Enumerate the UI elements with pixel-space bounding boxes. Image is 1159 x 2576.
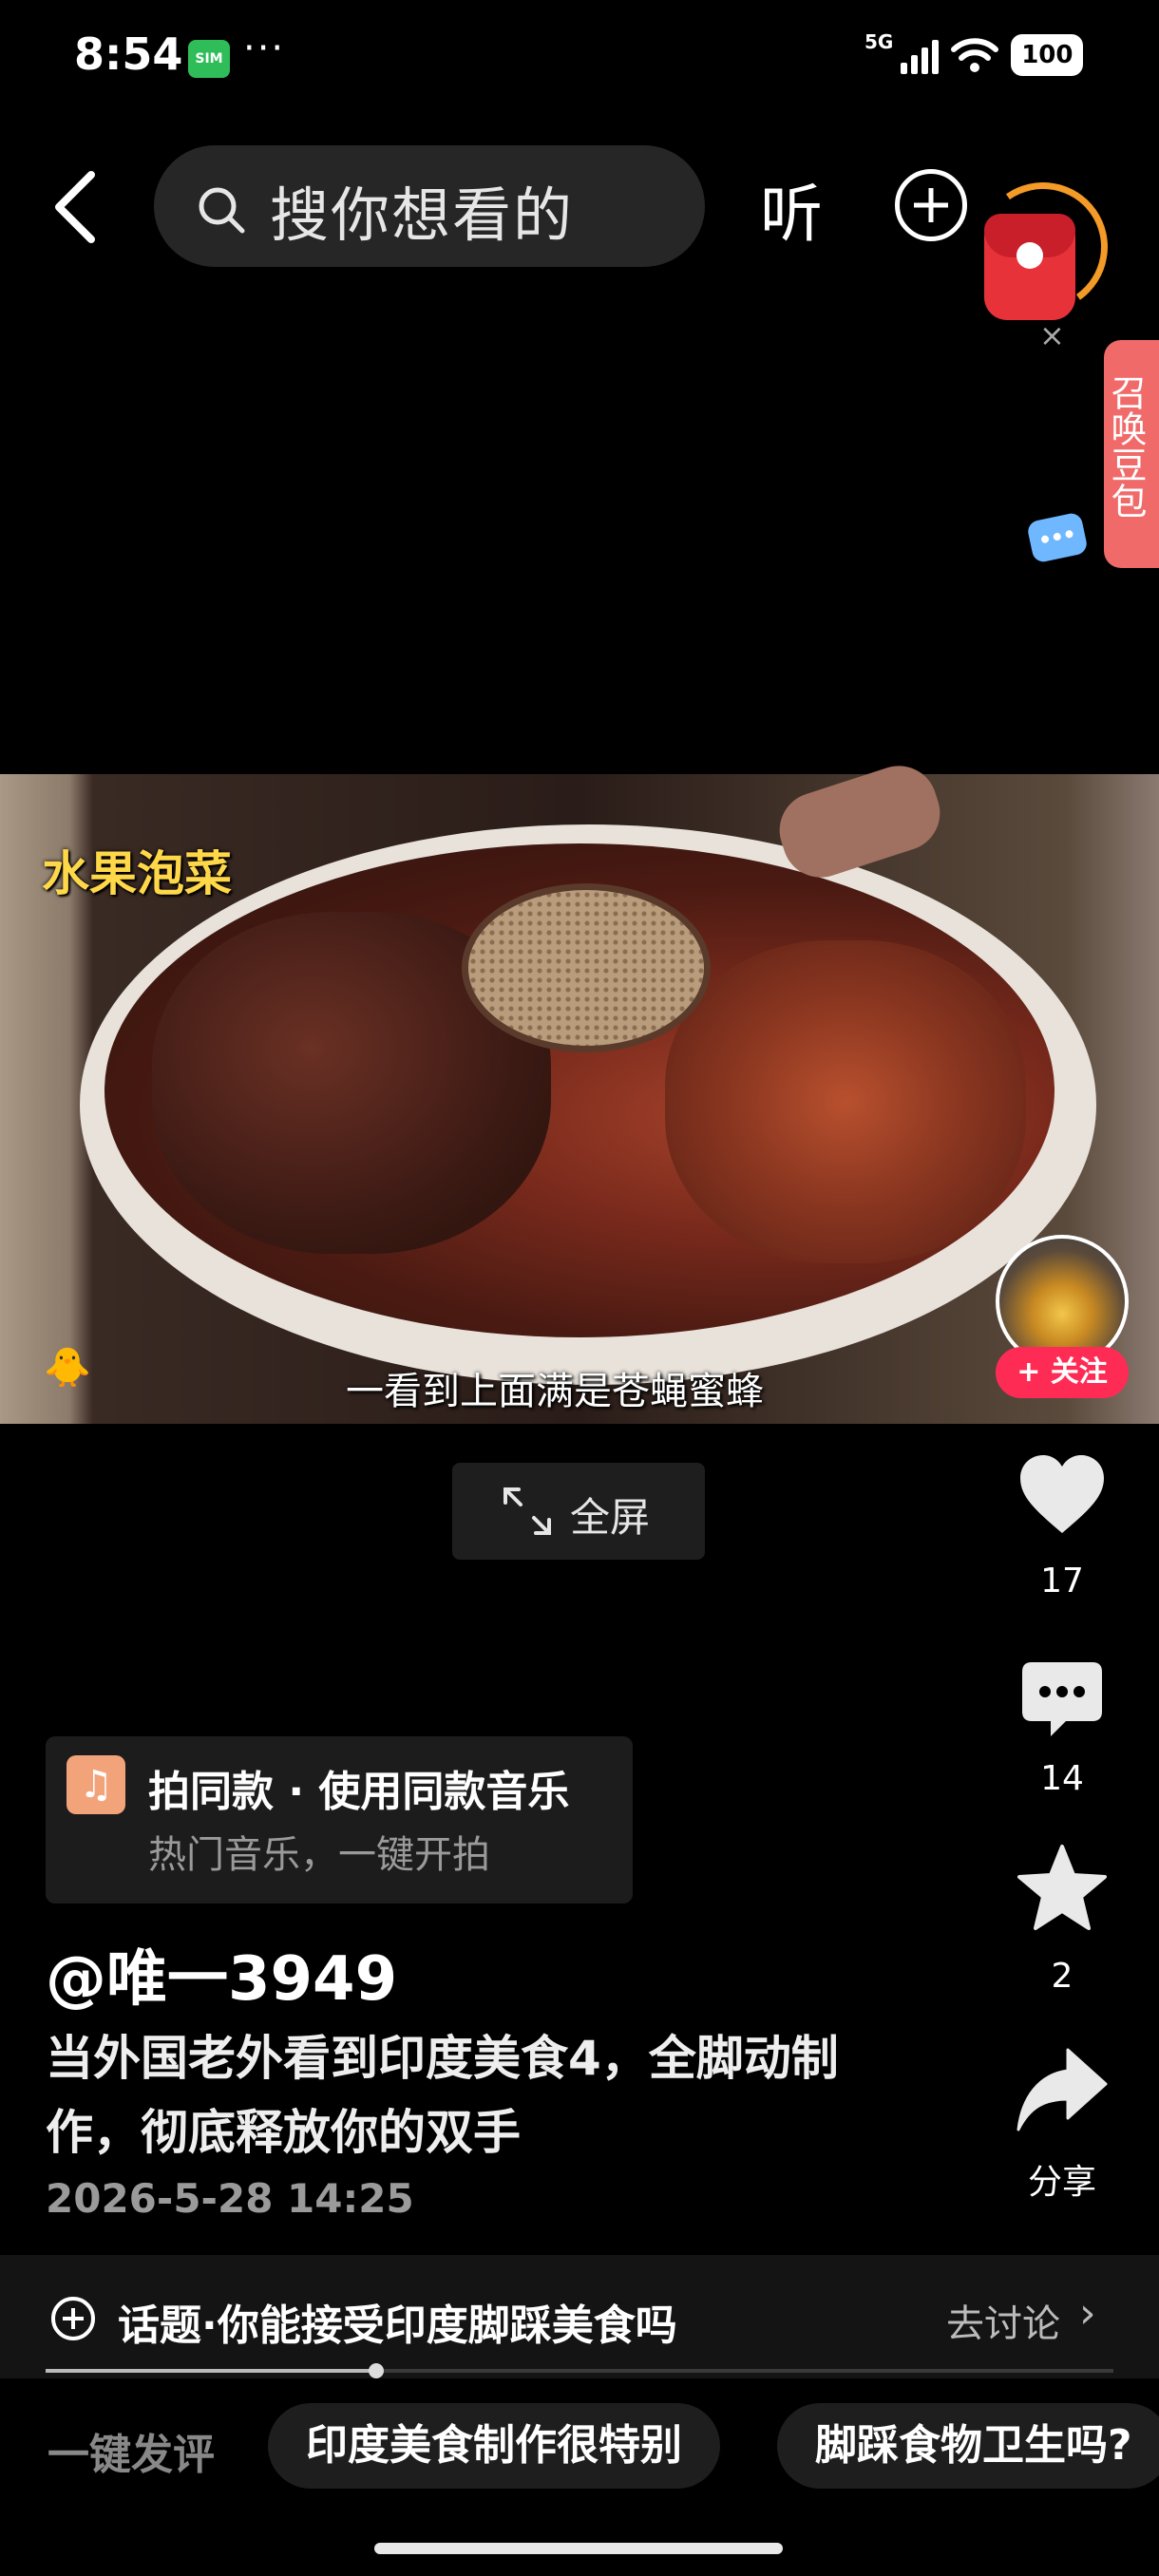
quick-comment-chip[interactable]: 脚踩食物卫生吗? — [777, 2403, 1159, 2489]
favorite-count: 2 — [1051, 1957, 1074, 1996]
network-type: 5G — [864, 30, 894, 53]
close-icon[interactable]: × — [1039, 317, 1065, 353]
video-overlay-title: 水果泡菜 — [42, 846, 232, 901]
heart-icon[interactable] — [1016, 1451, 1108, 1537]
post-date: 2026-5-28 14:25 — [46, 2175, 414, 2222]
search-placeholder[interactable]: 搜你想看的 — [270, 167, 574, 253]
music-subtitle: 热门音乐，一键开拍 — [148, 1833, 490, 1877]
chat-bubble-icon — [1026, 511, 1089, 564]
chevron-right-icon: › — [1079, 2289, 1096, 2338]
share-label[interactable]: 分享 — [1005, 2154, 1119, 2204]
status-time: 8:54 — [74, 28, 183, 80]
quick-comment-chip[interactable]: 印度美食制作很特别 — [268, 2403, 720, 2489]
expand-icon — [504, 1487, 551, 1535]
signal-icon — [901, 36, 940, 74]
duck-sticker-icon: 🐥 — [44, 1346, 91, 1390]
comment-icon[interactable] — [1018, 1658, 1106, 1742]
follow-button[interactable]: + 关注 — [996, 1347, 1129, 1398]
quick-comment-label: 一键发评 — [48, 2431, 215, 2479]
battery-level: 100 — [1011, 34, 1084, 76]
search-icon — [199, 187, 245, 234]
share-icon[interactable] — [1015, 2044, 1110, 2135]
music-note-icon: ♫ — [66, 1755, 125, 1814]
assistant-tab-label[interactable]: 召唤豆包 — [1105, 374, 1150, 519]
topic-plus-icon — [51, 2297, 95, 2340]
post-description: 当外国老外看到印度美食4，全脚动制作，彻底释放你的双手 — [46, 2031, 839, 2160]
back-arrow-icon — [55, 171, 95, 243]
topic-text[interactable]: 话题·你能接受印度脚踩美食吗 — [118, 2291, 677, 2352]
video-food-right-shape — [665, 940, 1026, 1263]
fullscreen-label[interactable]: 全屏 — [570, 1486, 650, 1544]
wifi-icon — [951, 38, 999, 72]
comment-count: 14 — [1040, 1759, 1084, 1798]
discuss-link[interactable]: 去讨论 — [946, 2293, 1060, 2348]
app-notification-icon: SIM — [188, 40, 230, 78]
listen-button[interactable]: 听 — [760, 163, 823, 255]
home-indicator[interactable] — [374, 2543, 783, 2554]
video-seed-bowl-shape — [462, 883, 711, 1052]
status-more-icon: ··· — [243, 27, 286, 70]
author-name[interactable]: @唯一3949 — [46, 1930, 397, 2017]
video-subtitle: 一看到上面满是苍蝇蜜蜂 — [346, 1370, 764, 1413]
star-icon[interactable] — [1015, 1843, 1110, 1934]
music-title[interactable]: 拍同款 · 使用同款音乐 — [148, 1757, 569, 1818]
progress-fill — [46, 2369, 377, 2373]
like-count: 17 — [1040, 1562, 1084, 1601]
add-button[interactable] — [895, 169, 967, 241]
back-button[interactable] — [48, 169, 104, 245]
status-indicators: 5G 100 — [864, 30, 1084, 76]
red-envelope-icon[interactable] — [984, 214, 1075, 320]
